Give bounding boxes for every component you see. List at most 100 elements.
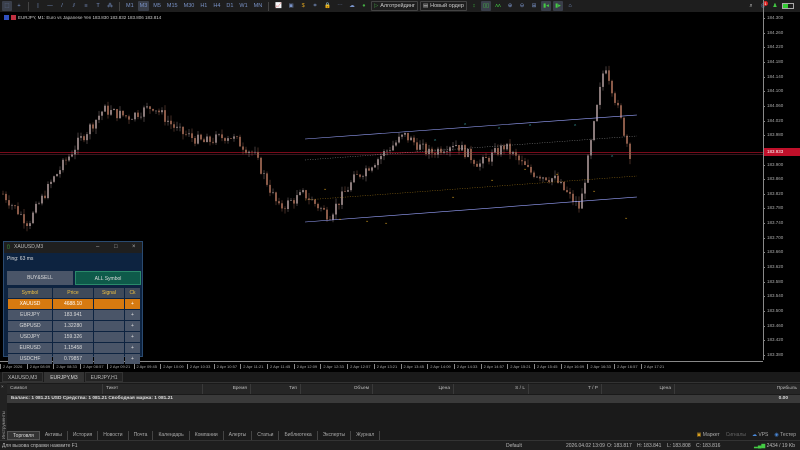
maximize-icon[interactable]: □ <box>114 242 118 253</box>
line-chart-icon[interactable]: ʌʌ <box>493 1 503 11</box>
status-traffic[interactable]: ▂▄▆ 2434 / 19 Kb <box>754 443 795 449</box>
cell-ck[interactable]: + <box>125 321 140 331</box>
cell-ck[interactable]: + <box>125 299 140 309</box>
cell-ck[interactable]: + <box>125 332 140 342</box>
col-tp[interactable]: T / P <box>529 384 602 394</box>
text-icon[interactable]: T <box>93 1 103 11</box>
toolbox-tab[interactable]: Почта <box>129 431 154 440</box>
signals-link[interactable]: Сигналы <box>726 432 746 438</box>
toolbox-tab[interactable]: Статьи <box>252 431 280 440</box>
symbol-row[interactable]: GBPUSD 1.32280 + <box>8 321 140 331</box>
timeframe-m30[interactable]: M30 <box>182 1 197 11</box>
screenshot-icon[interactable]: ⌂ <box>565 1 575 11</box>
crosshair-icon[interactable]: + <box>14 1 24 11</box>
candle-body <box>569 191 571 194</box>
chart-tab-xauusd-m3[interactable]: XAUUSD,M3 <box>2 372 44 382</box>
col-volume[interactable]: Объем <box>301 384 373 394</box>
toolbox-tab[interactable]: Торговля <box>7 431 40 440</box>
candles-icon[interactable]: ▯▯ <box>480 1 492 11</box>
toolbox-tab[interactable]: Активы <box>40 431 68 440</box>
vps-link[interactable]: ☁ VPS <box>752 432 768 438</box>
candle-body <box>185 134 187 135</box>
price-label: 183.460 <box>762 322 784 328</box>
col-profit[interactable]: Прибыль <box>675 384 800 394</box>
toolbox-tab[interactable]: Новости <box>98 431 129 440</box>
tester-link[interactable]: ◉ Тестер <box>774 432 796 438</box>
cell-ck[interactable]: + <box>125 354 140 364</box>
horizontal-line-icon[interactable]: — <box>45 1 55 11</box>
col-time[interactable]: Время <box>203 384 251 394</box>
symbol-row[interactable]: EURJPY 183.941 + <box>8 310 140 320</box>
symbol-row[interactable]: XAUUSD 4688.10 + <box>8 299 140 309</box>
vertical-line-icon[interactable]: | <box>33 1 43 11</box>
balance-text: Баланс: 1 081.21 USD Средства: 1 081.21 … <box>11 396 173 401</box>
col-ticket[interactable]: Тикет <box>103 384 203 394</box>
symbol-row[interactable]: USDCHF 0.79857 + <box>8 354 140 364</box>
timeframe-h1[interactable]: H1 <box>198 1 209 11</box>
search-icon[interactable]: ⌕ <box>746 1 756 11</box>
cell-ck[interactable]: + <box>125 310 140 320</box>
col-symbol[interactable]: Символ <box>7 384 103 394</box>
cell-ck[interactable]: + <box>125 343 140 353</box>
symbol-row[interactable]: USDJPY 159.326 + <box>8 332 140 342</box>
algo-trading-button[interactable]: ▷ Алготрейдинг <box>370 1 418 11</box>
market-link[interactable]: ▣ Маркет <box>697 432 720 438</box>
chart-tab-eurjpy-h1[interactable]: EURJPY,H1 <box>84 372 124 382</box>
fibonacci-icon[interactable]: ≡ <box>81 1 91 11</box>
shapes-icon[interactable]: ⁂ <box>105 1 115 11</box>
candle-body <box>245 149 247 153</box>
objects-icon[interactable]: ⋯ <box>335 1 345 11</box>
toolbox-tab[interactable]: Библиотека <box>279 431 318 440</box>
trendline-icon[interactable]: / <box>57 1 67 11</box>
cursor-tool-icon[interactable]: ⬚ <box>2 1 12 11</box>
candle-body <box>224 138 226 141</box>
chart-type-icon[interactable]: 📈 <box>273 1 284 11</box>
tile-icon[interactable]: ⊞ <box>529 1 539 11</box>
dollar-icon[interactable]: $ <box>298 1 308 11</box>
timeframe-m1[interactable]: M1 <box>124 1 136 11</box>
timeframe-m15[interactable]: M15 <box>165 1 180 11</box>
toolbox-tab[interactable]: Алерты <box>224 431 253 440</box>
toolbox-tab[interactable]: Эксперты <box>318 431 352 440</box>
toolbox-tab[interactable]: История <box>68 431 99 440</box>
timeframe-mn[interactable]: MN <box>252 1 265 11</box>
toolbox-tab[interactable]: Календарь <box>153 431 190 440</box>
minimize-icon[interactable]: – <box>96 242 99 253</box>
all-symbol-button[interactable]: ALL Symbol <box>75 271 141 285</box>
zoom-in-icon[interactable]: ⊕ <box>505 1 515 11</box>
cloud-icon[interactable]: ☁ <box>347 1 357 11</box>
panel-titlebar[interactable]: ▯ XAUUSD,M3 – □ × <box>4 242 142 253</box>
price-axis[interactable]: 184.300 184.260 184.220 184.180 184.140 184.1… <box>762 0 800 360</box>
zoom-out-icon[interactable]: ⊖ <box>517 1 527 11</box>
indicators-icon[interactable]: ▣ <box>286 1 296 11</box>
col-sl[interactable]: S / L <box>454 384 529 394</box>
globe-icon[interactable]: ● <box>359 1 369 11</box>
buy-sell-button[interactable]: BUY&SELL <box>7 271 73 285</box>
timeframe-m5[interactable]: M5 <box>151 1 163 11</box>
channel-icon[interactable]: ⫽ <box>69 1 79 11</box>
close-toolbox-icon[interactable]: × <box>1 384 4 389</box>
toolbox-tab[interactable]: Компании <box>190 431 224 440</box>
symbol-row[interactable]: EURUSD 1.15458 + <box>8 343 140 353</box>
chart-tab-eurjpy-m3[interactable]: EURJPY,M3 <box>44 372 84 382</box>
candle-body <box>134 112 136 120</box>
toolbar: ⬚ + | — / ⫽ ≡ T ⁂ M1 M3 M5 M15 M30 H1 H4 D1 W1 MN… <box>0 0 800 12</box>
depth-icon[interactable]: ↕ <box>469 1 479 11</box>
new-order-button[interactable]: ▤ Новый ордер <box>419 1 467 11</box>
candle-body <box>494 148 496 153</box>
timeframe-w1[interactable]: W1 <box>237 1 249 11</box>
timeframe-d1[interactable]: D1 <box>224 1 235 11</box>
candle-body <box>128 116 130 120</box>
col-current-price[interactable]: Цена <box>602 384 675 394</box>
experts-icon[interactable]: ⌗ <box>310 1 320 11</box>
lock-icon[interactable]: 🔒 <box>322 1 333 11</box>
timeframe-m3[interactable]: M3 <box>137 1 150 11</box>
autoscroll-icon[interactable]: ▮◂ <box>541 1 552 11</box>
col-type[interactable]: Тип <box>251 384 301 394</box>
toolbox-tab[interactable]: Журнал <box>351 431 381 440</box>
chart-shift-icon[interactable]: ▮▸ <box>553 1 564 11</box>
timeframe-h4[interactable]: H4 <box>211 1 222 11</box>
candle-body <box>167 120 169 122</box>
col-price[interactable]: Цена <box>373 384 454 394</box>
close-icon[interactable]: × <box>132 242 136 253</box>
